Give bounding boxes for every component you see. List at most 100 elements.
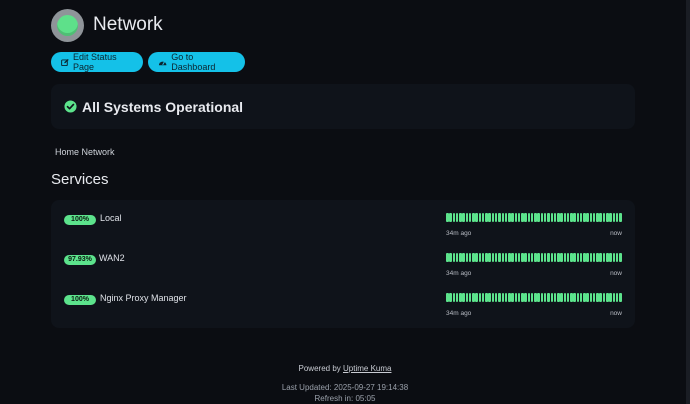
heartbeat[interactable] (459, 213, 462, 222)
heartbeat[interactable] (504, 253, 508, 262)
heartbeat[interactable] (612, 213, 616, 222)
heartbeat[interactable] (501, 253, 505, 262)
heartbeat[interactable] (619, 213, 622, 222)
heartbeat[interactable] (459, 253, 462, 262)
heartbeat[interactable] (547, 253, 550, 262)
heartbeat[interactable] (606, 253, 609, 262)
heartbeat[interactable] (511, 293, 514, 302)
heartbeat[interactable] (494, 293, 498, 302)
heartbeat[interactable] (615, 213, 619, 222)
heartbeat[interactable] (475, 293, 478, 302)
heartbeat[interactable] (557, 213, 560, 222)
heartbeat[interactable] (537, 293, 540, 302)
heartbeat[interactable] (586, 293, 589, 302)
heartbeat[interactable] (570, 253, 573, 262)
heartbeat[interactable] (589, 213, 593, 222)
heartbeat[interactable] (472, 253, 475, 262)
heartbeat[interactable] (583, 213, 586, 222)
heartbeat[interactable] (530, 213, 534, 222)
heartbeat[interactable] (566, 253, 570, 262)
heartbeat[interactable] (547, 213, 550, 222)
heartbeat[interactable] (446, 213, 449, 222)
heartbeat[interactable] (465, 253, 469, 262)
heartbeat[interactable] (517, 213, 521, 222)
heartbeat[interactable] (455, 213, 459, 222)
heartbeat[interactable] (596, 293, 599, 302)
heartbeat[interactable] (550, 213, 553, 222)
heartbeat[interactable] (576, 293, 580, 302)
heartbeat[interactable] (550, 293, 553, 302)
heartbeat[interactable] (514, 213, 518, 222)
heartbeat[interactable] (602, 213, 606, 222)
heartbeat[interactable] (478, 213, 482, 222)
heartbeat[interactable] (557, 253, 560, 262)
heartbeat[interactable] (579, 293, 583, 302)
heartbeat[interactable] (498, 293, 501, 302)
heartbeat[interactable] (488, 293, 491, 302)
go-to-dashboard-button[interactable]: Go to Dashboard (148, 52, 245, 72)
heartbeat[interactable] (517, 253, 521, 262)
heartbeat[interactable] (508, 253, 511, 262)
heartbeat[interactable] (534, 253, 537, 262)
heartbeat[interactable] (511, 213, 514, 222)
heartbeat[interactable] (475, 213, 478, 222)
heartbeat[interactable] (586, 253, 589, 262)
heartbeat[interactable] (570, 213, 573, 222)
heartbeat[interactable] (446, 293, 449, 302)
heartbeat[interactable] (602, 253, 606, 262)
heartbeat[interactable] (553, 253, 557, 262)
heartbeat[interactable] (511, 253, 514, 262)
heartbeat[interactable] (560, 213, 563, 222)
heartbeat[interactable] (547, 293, 550, 302)
heartbeat[interactable] (609, 213, 612, 222)
heartbeat[interactable] (586, 213, 589, 222)
heartbeat[interactable] (563, 213, 567, 222)
heartbeat[interactable] (491, 213, 495, 222)
uptime-kuma-link[interactable]: Uptime Kuma (343, 364, 391, 373)
heartbeat[interactable] (494, 253, 498, 262)
heartbeat[interactable] (579, 213, 583, 222)
edit-status-page-button[interactable]: Edit Status Page (51, 52, 143, 72)
heartbeat[interactable] (563, 253, 567, 262)
heartbeat[interactable] (468, 293, 472, 302)
heartbeat[interactable] (609, 293, 612, 302)
heartbeat[interactable] (481, 253, 485, 262)
heartbeat[interactable] (589, 293, 593, 302)
heartbeat[interactable] (534, 293, 537, 302)
heartbeat[interactable] (540, 293, 544, 302)
heartbeat[interactable] (596, 213, 599, 222)
heartbeat[interactable] (557, 293, 560, 302)
heartbeat[interactable] (478, 253, 482, 262)
heartbeat[interactable] (521, 213, 524, 222)
heartbeat[interactable] (540, 213, 544, 222)
heartbeat[interactable] (462, 213, 465, 222)
heartbeat[interactable] (488, 253, 491, 262)
heartbeat[interactable] (537, 253, 540, 262)
heartbeat[interactable] (504, 293, 508, 302)
heartbeat[interactable] (573, 213, 576, 222)
heartbeat[interactable] (524, 253, 527, 262)
heartbeat[interactable] (452, 293, 456, 302)
heartbeat[interactable] (560, 253, 563, 262)
heartbeat[interactable] (596, 253, 599, 262)
service-name[interactable]: WAN2 (99, 253, 125, 263)
heartbeat[interactable] (485, 253, 488, 262)
heartbeat[interactable] (553, 293, 557, 302)
heartbeat[interactable] (449, 253, 452, 262)
heartbeat[interactable] (524, 293, 527, 302)
heartbeat[interactable] (606, 213, 609, 222)
heartbeat[interactable] (566, 213, 570, 222)
heartbeat[interactable] (465, 213, 469, 222)
heartbeat[interactable] (485, 293, 488, 302)
heartbeat[interactable] (599, 253, 602, 262)
heartbeat[interactable] (501, 293, 505, 302)
heartbeat[interactable] (534, 213, 537, 222)
heartbeat[interactable] (583, 293, 586, 302)
heartbeat[interactable] (527, 253, 531, 262)
heartbeat[interactable] (589, 253, 593, 262)
heartbeat[interactable] (478, 293, 482, 302)
heartbeat[interactable] (462, 253, 465, 262)
heartbeat[interactable] (530, 293, 534, 302)
heartbeat[interactable] (573, 253, 576, 262)
heartbeat[interactable] (612, 293, 616, 302)
